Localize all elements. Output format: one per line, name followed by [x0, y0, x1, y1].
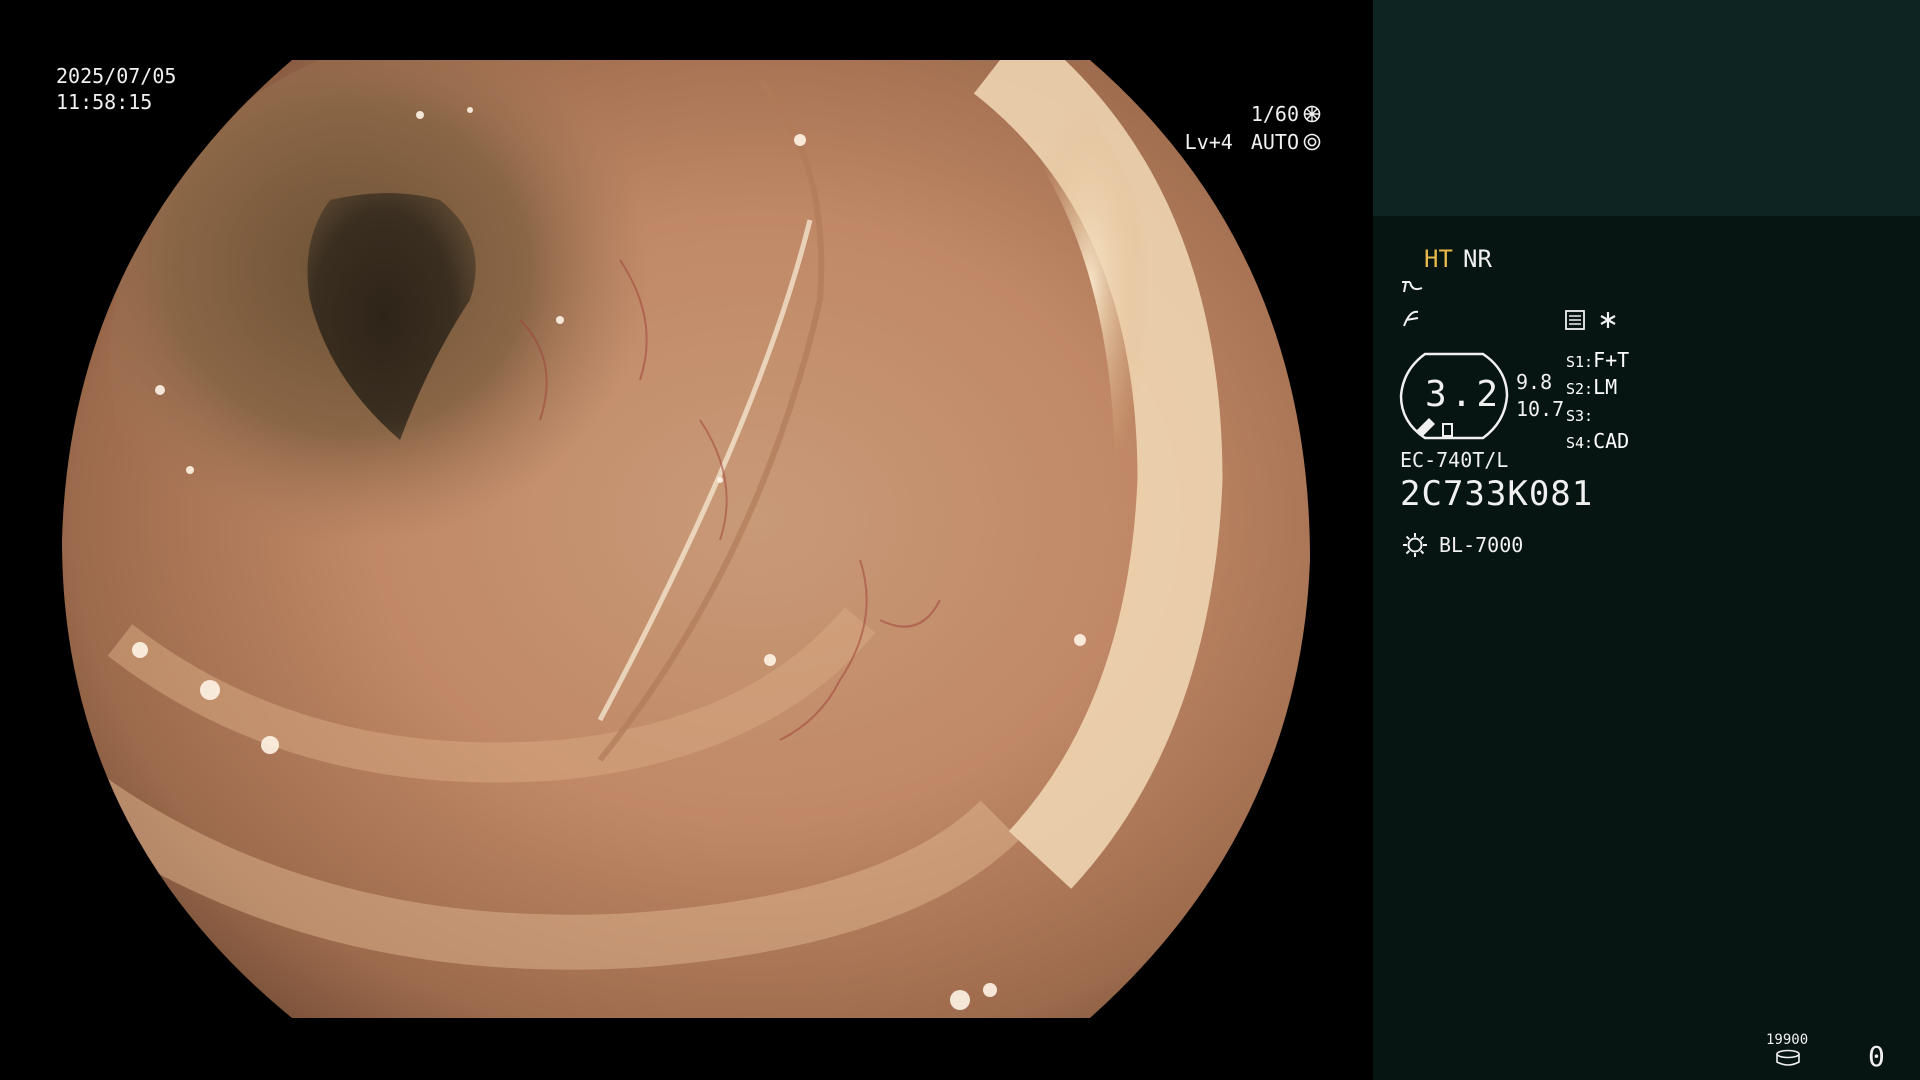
shutter-speed-text: 1/60	[1250, 102, 1299, 126]
switch-key: S3:	[1566, 407, 1594, 425]
gamma-icon	[1403, 310, 1419, 327]
iris-mode-text: AUTO	[1250, 130, 1299, 154]
nr-indicator: NR	[1463, 245, 1492, 273]
storage-icon	[1776, 1049, 1800, 1066]
enhance-curve-icon	[1402, 281, 1423, 293]
info-panel: HT NR 3.2 9.8 10.7 S1:F+T S2:LM S3: S4:C…	[1373, 0, 1920, 1080]
switch-key: S2:	[1566, 380, 1594, 398]
light-source-icon	[1403, 533, 1427, 557]
counter-label: 19900	[1766, 1032, 1809, 1048]
zoom-value: 3.2	[1425, 374, 1503, 415]
switch-value: LM	[1593, 375, 1618, 399]
scope-model: EC-740T/L	[1400, 448, 1509, 472]
switch-value: F+T	[1593, 348, 1630, 372]
switch-assignments: S1:F+T S2:LM S3: S4:CAD	[1566, 348, 1629, 456]
scope-serial: 2C733K081	[1400, 474, 1594, 514]
brightness-level-text: Lv+4	[1184, 130, 1233, 154]
light-source-model: BL-7000	[1439, 533, 1524, 557]
endoscope-video-area: 2025/07/05 11:58:15 1/60 Lv+4 AUTO	[0, 0, 1373, 1080]
shutter-icon	[1303, 105, 1321, 123]
asterisk-icon	[1600, 312, 1616, 328]
exposure-overlay: 1/60 Lv+4 AUTO	[1185, 100, 1321, 156]
panel-header-area	[1373, 0, 1920, 216]
zoom-max-value: 10.7	[1516, 397, 1565, 421]
date-time-overlay: 2025/07/05 11:58:15	[56, 63, 176, 115]
date-text: 2025/07/05	[56, 64, 177, 88]
iris-icon	[1303, 133, 1321, 151]
counter-value: 0	[1868, 1040, 1885, 1073]
time-text: 11:58:15	[56, 90, 153, 114]
switch-key: S1:	[1566, 353, 1594, 371]
menu-icon	[1565, 310, 1585, 330]
ht-indicator: HT	[1424, 245, 1453, 273]
zoom-min-value: 9.8	[1516, 370, 1553, 394]
switch-value: CAD	[1593, 429, 1630, 453]
switch-key: S4:	[1566, 434, 1594, 452]
endoscopic-image	[62, 60, 1310, 1018]
